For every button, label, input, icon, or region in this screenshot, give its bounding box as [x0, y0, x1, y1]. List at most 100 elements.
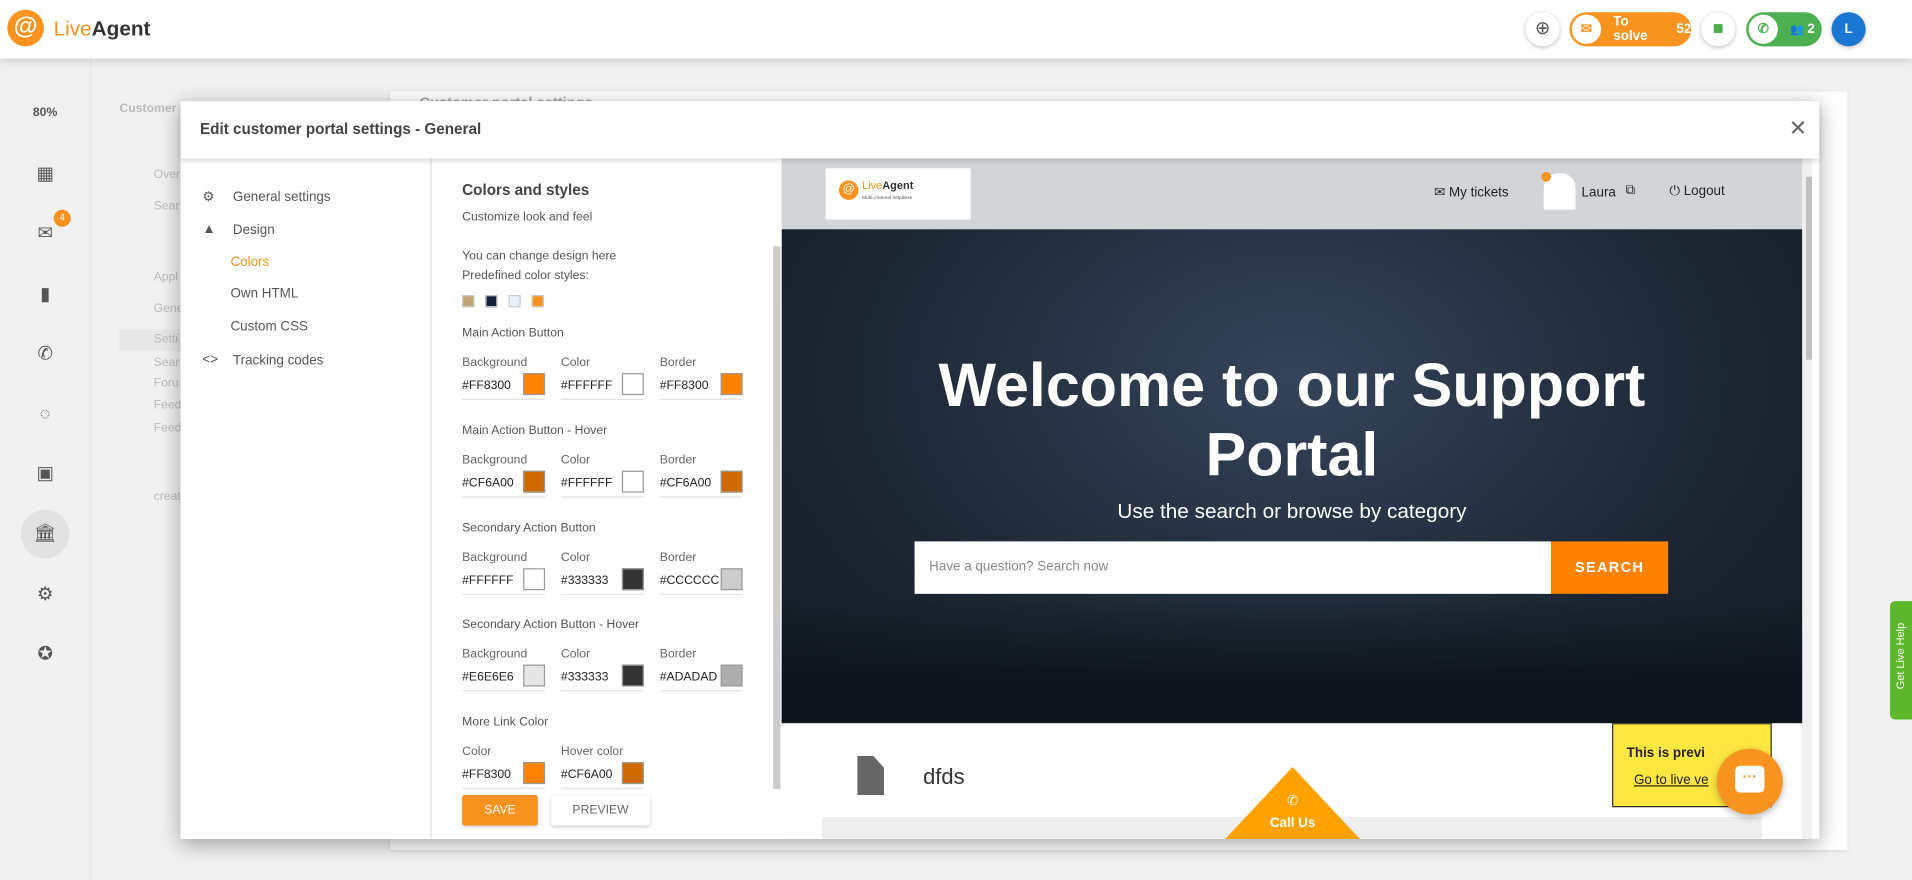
- mail-icon: ✉: [1571, 14, 1602, 44]
- sec-item[interactable]: Appl: [154, 271, 178, 284]
- nav-general-settings[interactable]: General settings: [233, 190, 331, 205]
- field-label: Border: [659, 453, 697, 468]
- color-field[interactable]: #CCCCCC: [659, 568, 743, 596]
- color-swatch[interactable]: [523, 664, 546, 687]
- color-field[interactable]: #FFFFFF: [560, 373, 644, 400]
- field-label: Hover color: [560, 745, 624, 759]
- phone-icon[interactable]: ✆: [29, 339, 61, 371]
- color-swatch[interactable]: [523, 470, 546, 493]
- color-swatch[interactable]: [621, 664, 644, 687]
- profile-edit-icon[interactable]: ⧉: [1625, 183, 1635, 199]
- dashboard-icon[interactable]: ▦: [29, 159, 61, 191]
- portal-logo[interactable]: @ LiveAgent Multi-channel helpdesk: [825, 168, 971, 220]
- group-title: Main Action Button: [462, 326, 564, 341]
- status-dot: [1541, 171, 1552, 182]
- code-icon: <>: [202, 352, 219, 368]
- search-button[interactable]: SEARCH: [1551, 541, 1669, 594]
- color-field[interactable]: #FFFFFF: [560, 470, 644, 498]
- nav-design[interactable]: Design: [233, 223, 275, 238]
- sec-item[interactable]: Foru: [154, 377, 179, 390]
- liveagent-logo-icon: @: [7, 9, 44, 47]
- reports-icon[interactable]: ◌: [29, 399, 61, 431]
- field-label: Color: [560, 356, 591, 370]
- color-field[interactable]: #FFFFFF: [462, 568, 546, 596]
- preset-color-style[interactable]: [508, 295, 521, 308]
- field-label: Color: [462, 745, 492, 759]
- color-swatch[interactable]: [720, 664, 743, 687]
- color-swatch[interactable]: [621, 762, 644, 785]
- plugins-icon[interactable]: ✪: [29, 639, 61, 671]
- color-field[interactable]: #CF6A00: [462, 470, 546, 498]
- sec-item[interactable]: Sear: [154, 356, 180, 369]
- modal-title: Edit customer portal settings - General: [199, 120, 482, 138]
- preset-color-style[interactable]: [531, 295, 544, 308]
- color-swatch[interactable]: [720, 373, 743, 396]
- section-title: Colors and styles: [462, 181, 590, 199]
- agents-icon: 👥: [1790, 22, 1804, 35]
- color-field[interactable]: #CF6A00: [659, 470, 743, 498]
- color-field[interactable]: #CF6A00: [560, 762, 644, 789]
- color-swatch[interactable]: [621, 373, 644, 396]
- nav-custom-css[interactable]: Custom CSS: [230, 319, 308, 334]
- nav-tracking-codes[interactable]: Tracking codes: [233, 354, 323, 369]
- sec-item[interactable]: creat: [154, 490, 181, 503]
- to-solve-button[interactable]: ✉ To solve 52: [1569, 12, 1692, 47]
- edit-portal-modal: Edit customer portal settings - General …: [180, 101, 1820, 839]
- close-icon[interactable]: ✕: [1789, 116, 1807, 142]
- phone-icon: ✆: [1286, 793, 1299, 809]
- chat-icon[interactable]: ▮: [29, 279, 61, 311]
- color-swatch[interactable]: [621, 470, 644, 493]
- chat-icon[interactable]: ■: [1701, 12, 1736, 47]
- field-label: Border: [659, 647, 697, 661]
- color-swatch[interactable]: [523, 568, 546, 591]
- get-live-help-tab[interactable]: Get Live Help: [1890, 601, 1912, 720]
- sec-item[interactable]: Sear: [154, 200, 180, 213]
- color-field[interactable]: #FF8300: [659, 373, 743, 400]
- settings-icon[interactable]: ⚙: [29, 579, 61, 611]
- phone-icon: ✆: [1748, 14, 1778, 44]
- liveagent-logo[interactable]: LiveAgent: [54, 17, 151, 41]
- sec-item[interactable]: Over: [154, 168, 180, 181]
- field-label: Background: [462, 551, 528, 565]
- color-swatch[interactable]: [523, 373, 546, 396]
- sec-item[interactable]: Gene: [154, 302, 184, 315]
- modal-nav: ⚙ General settings ▲ Design Colors Own H…: [180, 158, 432, 839]
- sec-item[interactable]: Feed: [154, 399, 182, 412]
- go-live-link[interactable]: Go to live ve: [1634, 773, 1709, 788]
- avatar[interactable]: L: [1831, 12, 1866, 47]
- color-field[interactable]: #FF8300: [462, 762, 546, 789]
- chat-button[interactable]: ···: [1716, 748, 1783, 815]
- user-name[interactable]: Laura: [1582, 185, 1616, 200]
- search-input[interactable]: Have a question? Search now: [914, 541, 1552, 594]
- power-icon: ⏻: [1669, 184, 1680, 199]
- sec-item[interactable]: Setti: [154, 333, 178, 346]
- preview-button[interactable]: PREVIEW: [551, 795, 650, 826]
- color-field[interactable]: #333333: [560, 664, 644, 692]
- preset-color-style[interactable]: [485, 295, 498, 308]
- field-label: Border: [659, 551, 697, 565]
- scrollbar[interactable]: [773, 246, 781, 789]
- nav-colors[interactable]: Colors: [230, 255, 269, 270]
- color-field[interactable]: #E6E6E6: [462, 664, 546, 692]
- hero-subtitle: Use the search or browse by category: [1117, 499, 1467, 524]
- color-swatch[interactable]: [720, 470, 743, 493]
- sec-item[interactable]: Feed: [154, 422, 182, 435]
- add-icon[interactable]: ⊕: [1525, 12, 1560, 47]
- design-icon: ▲: [202, 221, 216, 237]
- preview-scrollbar[interactable]: [1802, 158, 1813, 839]
- color-swatch[interactable]: [523, 762, 546, 785]
- preset-color-style[interactable]: [462, 295, 475, 308]
- color-swatch[interactable]: [720, 568, 743, 591]
- knowledgebase-icon[interactable]: 🏛: [29, 518, 61, 550]
- color-field[interactable]: #ADADAD: [659, 664, 743, 692]
- save-button[interactable]: SAVE: [462, 795, 538, 826]
- nav-own-html[interactable]: Own HTML: [230, 287, 298, 302]
- calls-button[interactable]: ✆ 👥 2: [1746, 12, 1822, 47]
- color-field[interactable]: #FF8300: [462, 373, 546, 400]
- my-tickets-link[interactable]: ✉ My tickets: [1434, 184, 1509, 200]
- article-title[interactable]: dfds: [923, 765, 964, 791]
- color-field[interactable]: #333333: [560, 568, 644, 596]
- contacts-icon[interactable]: ▣: [29, 458, 61, 490]
- logout-link[interactable]: ⏻ Logout: [1669, 184, 1724, 200]
- color-swatch[interactable]: [621, 568, 644, 591]
